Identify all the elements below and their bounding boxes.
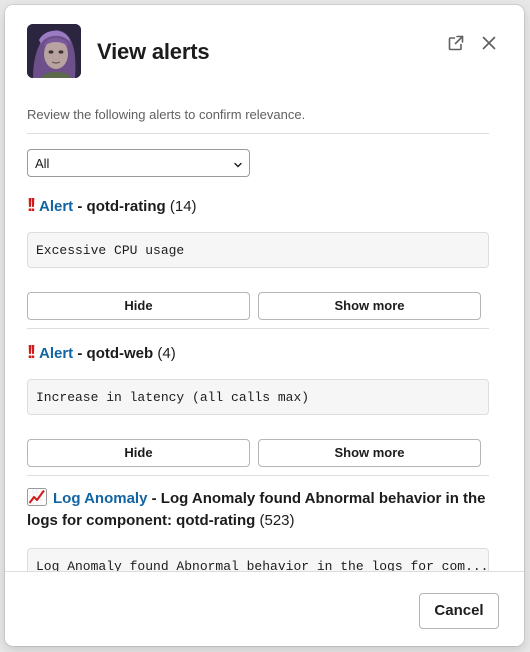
- alert-separator: -: [73, 198, 87, 215]
- close-icon[interactable]: [477, 31, 501, 55]
- chart-increasing-icon: [27, 488, 47, 506]
- alert-count: (4): [157, 345, 176, 362]
- alert-separator: -: [147, 490, 161, 507]
- show-more-button[interactable]: Show more: [258, 292, 481, 320]
- double-exclamation-icon: !!: [27, 342, 36, 362]
- alert-count: (14): [169, 198, 197, 215]
- divider: [27, 133, 489, 134]
- alert-heading: !! Alert - qotd-rating (14): [27, 194, 493, 218]
- hide-button[interactable]: Hide: [27, 439, 250, 467]
- filter-selected-value: All: [35, 156, 50, 171]
- alert-name: qotd-web: [86, 345, 154, 362]
- alert-link[interactable]: Log Anomaly: [53, 490, 147, 507]
- show-more-button[interactable]: Show more: [258, 439, 481, 467]
- alert-filter-select[interactable]: All: [27, 149, 250, 177]
- alert-heading: Log Anomaly - Log Anomaly found Abnormal…: [27, 488, 493, 532]
- alert-message: Increase in latency (all calls max): [27, 379, 489, 415]
- cancel-button[interactable]: Cancel: [419, 593, 499, 629]
- alert-separator: -: [73, 345, 87, 362]
- alert-message: Log Anomaly found Abnormal behavior in t…: [27, 548, 489, 571]
- double-exclamation-icon: !!: [27, 195, 36, 215]
- alert-count: (523): [259, 512, 295, 529]
- alerts-scroll-area[interactable]: Review the following alerts to confirm r…: [5, 95, 524, 571]
- app-avatar: [27, 24, 81, 78]
- chevron-down-icon: [233, 158, 243, 173]
- alert-message: Excessive CPU usage: [27, 232, 489, 268]
- divider: [27, 328, 489, 329]
- alert-link[interactable]: Alert: [39, 345, 73, 362]
- open-external-icon[interactable]: [444, 31, 468, 55]
- view-alerts-modal: View alerts Review the following alerts …: [5, 5, 524, 646]
- divider: [27, 475, 489, 476]
- modal-header: View alerts: [5, 5, 524, 95]
- modal-subtitle: Review the following alerts to confirm r…: [27, 107, 306, 122]
- alert-heading: !! Alert - qotd-web (4): [27, 341, 493, 365]
- modal-title: View alerts: [97, 39, 210, 64]
- alert-link[interactable]: Alert: [39, 198, 73, 215]
- alert-name: qotd-rating: [86, 198, 166, 215]
- modal-footer: Cancel: [5, 571, 524, 646]
- hide-button[interactable]: Hide: [27, 292, 250, 320]
